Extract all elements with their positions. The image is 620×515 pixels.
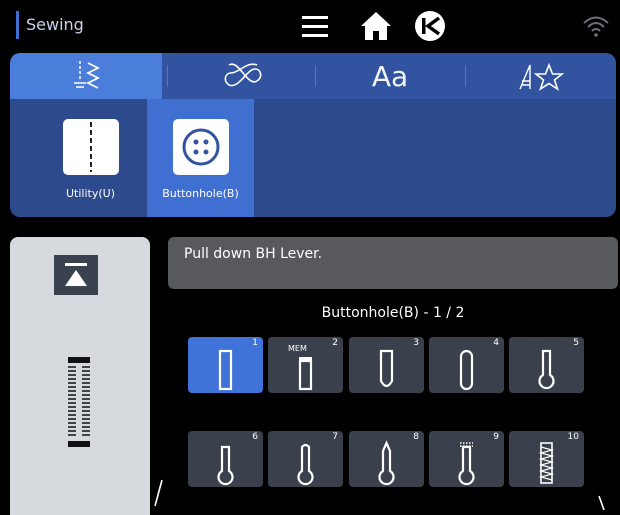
- stitch-cell-8[interactable]: 8: [349, 431, 424, 487]
- stitch-preview-panel: [10, 237, 150, 515]
- type-utility-label: Utility(U): [66, 187, 115, 200]
- stretch-buttonhole-icon: [538, 442, 555, 484]
- menu-icon[interactable]: [297, 8, 333, 44]
- stitch-cell-5[interactable]: 5: [509, 337, 584, 393]
- type-buttonhole-button[interactable]: Buttonhole(B): [147, 99, 254, 217]
- keyhole-buttonhole-icon: [297, 443, 314, 486]
- tab-character-stitches[interactable]: Aa: [320, 53, 460, 99]
- message-text: Pull down BH Lever.: [184, 246, 323, 262]
- type-buttonhole-label: Buttonhole(B): [162, 187, 239, 200]
- home-icon[interactable]: [358, 8, 394, 44]
- tab-utility-stitches[interactable]: [10, 53, 162, 99]
- round-end-buttonhole-icon: [379, 349, 394, 388]
- tab-text-label: Aa: [371, 59, 409, 93]
- page-title: Buttonhole(B) - 1 / 2: [321, 305, 465, 321]
- stitch-cell-10[interactable]: 10: [509, 431, 584, 487]
- button-icon: [173, 119, 229, 175]
- scroll-top-icon: [65, 263, 87, 286]
- mode-label: Sewing: [16, 11, 84, 39]
- stitch-cell-9[interactable]: 9: [429, 431, 504, 487]
- utility-icon: [63, 119, 119, 175]
- stitch-foot-icon: [74, 61, 101, 89]
- rounded-buttonhole-icon: [459, 349, 474, 391]
- bartack-keyhole-buttonhole-icon: [458, 442, 475, 486]
- stop-back-icon[interactable]: [412, 8, 448, 44]
- next-page-arrow-icon[interactable]: [594, 470, 610, 510]
- tab-memory-stitches[interactable]: [466, 53, 616, 99]
- scroll-top-button[interactable]: [54, 255, 98, 295]
- memory-star-icon: [519, 62, 565, 91]
- tapered-keyhole-buttonhole-icon: [378, 440, 395, 486]
- stitch-cell-6[interactable]: 6: [188, 431, 263, 487]
- decorative-stitch-icon: [224, 63, 262, 87]
- stitch-cell-7[interactable]: 7: [268, 431, 343, 487]
- type-utility-button[interactable]: Utility(U): [37, 99, 144, 217]
- tab-decorative-stitches[interactable]: [168, 53, 318, 99]
- buttonhole-preview-icon: [68, 357, 90, 447]
- stitch-cell-3[interactable]: 3: [349, 337, 424, 393]
- square-buttonhole-icon: [298, 357, 313, 391]
- stitch-type-row: Utility(U) Buttonhole(B): [10, 99, 616, 217]
- wifi-icon: [583, 16, 609, 37]
- category-tabs: Aa: [10, 53, 616, 99]
- square-buttonhole-icon: [218, 349, 233, 391]
- previous-page-arrow-icon[interactable]: [150, 470, 166, 510]
- stitch-cell-1[interactable]: 1: [188, 337, 263, 393]
- stitch-cell-4[interactable]: 4: [429, 337, 504, 393]
- keyhole-buttonhole-icon: [538, 349, 555, 390]
- message-box: Pull down BH Lever.: [168, 237, 618, 289]
- stitch-cell-2[interactable]: 2 MEM: [268, 337, 343, 393]
- keyhole-buttonhole-icon: [217, 445, 234, 486]
- tab-separator: [315, 65, 316, 87]
- top-bar: Sewing: [0, 0, 620, 50]
